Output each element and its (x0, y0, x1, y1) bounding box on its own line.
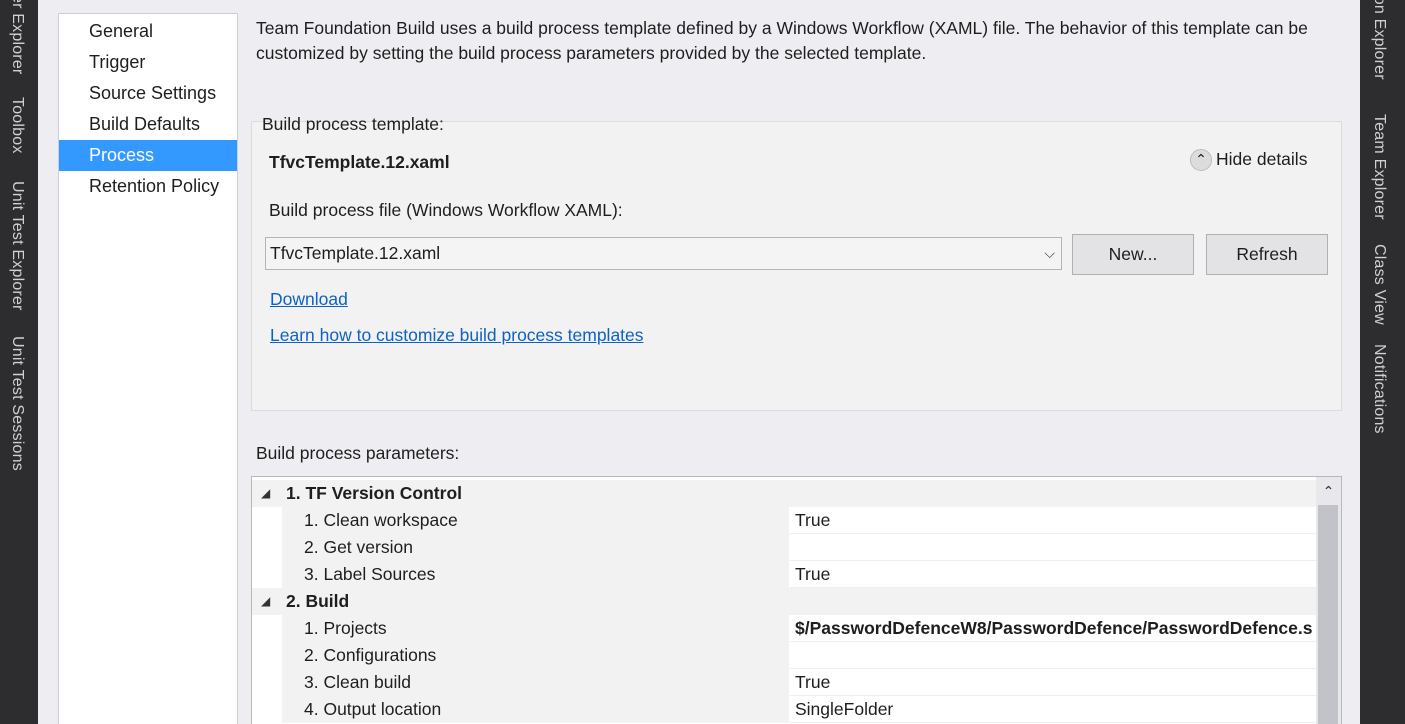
nav-item-build-defaults[interactable]: Build Defaults (59, 109, 237, 140)
tab-unit-test-explorer[interactable]: Unit Test Explorer (8, 181, 26, 311)
params-label: Build process parameters: (256, 443, 460, 463)
tab-server-explorer[interactable]: er Explorer (8, 0, 26, 74)
param-row[interactable]: 2. Get version (252, 534, 1316, 561)
tab-solution-explorer[interactable]: ion Explorer (1370, 0, 1388, 80)
param-name: 4. Output location (282, 696, 789, 723)
category-name: 1. TF Version Control (286, 483, 462, 503)
intro-text: Team Foundation Build uses a build proce… (256, 18, 1308, 63)
nav-item-trigger[interactable]: Trigger (59, 47, 237, 78)
nav-item-source-settings[interactable]: Source Settings (59, 78, 237, 109)
settings-nav: General Trigger Source Settings Build De… (58, 13, 238, 724)
hide-details-label: Hide details (1216, 149, 1308, 169)
left-tool-strip: er Explorer Toolbox Unit Test Explorer U… (0, 0, 38, 724)
process-file-selected: TfvcTemplate.12.xaml (270, 243, 441, 263)
nav-item-general[interactable]: General (59, 16, 237, 47)
param-name: 1. Clean workspace (282, 507, 789, 534)
build-definition-editor: General Trigger Source Settings Build De… (38, 0, 1360, 724)
param-value[interactable]: True (790, 669, 1316, 696)
learn-customize-link[interactable]: Learn how to customize build process tem… (270, 325, 644, 346)
right-tool-strip: ion Explorer Team Explorer Class View No… (1360, 0, 1405, 724)
param-row[interactable]: 1. Projects $/PasswordDefenceW8/Password… (252, 615, 1316, 642)
param-row[interactable]: 4. Output location SingleFolder (252, 696, 1316, 723)
tab-team-explorer[interactable]: Team Explorer (1370, 114, 1388, 220)
template-name: TfvcTemplate.12.xaml (269, 152, 450, 172)
category-name: 2. Build (286, 591, 350, 611)
param-name: 3. Label Sources (282, 561, 789, 588)
param-name: 1. Projects (282, 615, 789, 642)
param-name: 2. Get version (282, 534, 789, 561)
param-value[interactable]: SingleFolder (790, 696, 1316, 723)
category-row[interactable]: ◢ 1. TF Version Control (252, 480, 1316, 507)
template-section-label: Build process template: (262, 114, 444, 134)
tab-unit-test-sessions[interactable]: Unit Test Sessions (8, 336, 26, 471)
param-value[interactable] (790, 642, 1316, 669)
scroll-thumb[interactable] (1318, 505, 1338, 724)
param-value[interactable]: True (790, 507, 1316, 534)
process-file-dropdown[interactable]: TfvcTemplate.12.xaml ⌵ (265, 237, 1062, 270)
chevron-down-icon: ⌵ (1044, 245, 1055, 261)
param-value[interactable]: $/PasswordDefenceW8/PasswordDefence/Pass… (790, 615, 1316, 642)
refresh-button[interactable]: Refresh (1206, 234, 1328, 275)
param-name: 3. Clean build (282, 669, 789, 696)
nav-item-process[interactable]: Process (59, 140, 237, 171)
tab-notifications[interactable]: Notifications (1370, 344, 1388, 434)
param-value[interactable]: True (790, 561, 1316, 588)
template-panel: Build process template: TfvcTemplate.12.… (251, 114, 1342, 411)
download-link[interactable]: Download (270, 289, 348, 310)
param-row[interactable]: 3. Clean build True (252, 669, 1316, 696)
chevron-up-icon: ⌃ (1190, 149, 1212, 172)
nav-item-retention-policy[interactable]: Retention Policy (59, 171, 237, 202)
param-name: 2. Configurations (282, 642, 789, 669)
process-file-label: Build process file (Windows Workflow XAM… (269, 200, 623, 220)
collapse-icon[interactable]: ◢ (261, 588, 270, 615)
scroll-up-icon[interactable]: ⌃ (1316, 477, 1341, 505)
hide-details-toggle[interactable]: ⌃ Hide details (1190, 149, 1307, 173)
param-row[interactable]: 3. Label Sources True (252, 561, 1316, 588)
category-row[interactable]: ◢ 2. Build (252, 588, 1316, 615)
tab-class-view[interactable]: Class View (1370, 244, 1388, 325)
param-value[interactable] (790, 534, 1316, 561)
tab-toolbox[interactable]: Toolbox (8, 97, 26, 154)
collapse-icon[interactable]: ◢ (261, 480, 270, 507)
param-row[interactable]: 2. Configurations (252, 642, 1316, 669)
params-grid: ◢ 1. TF Version Control 1. Clean workspa… (251, 476, 1342, 724)
new-button[interactable]: New... (1072, 234, 1194, 275)
params-scrollbar[interactable]: ⌃ (1316, 477, 1341, 724)
param-row[interactable]: 1. Clean workspace True (252, 507, 1316, 534)
